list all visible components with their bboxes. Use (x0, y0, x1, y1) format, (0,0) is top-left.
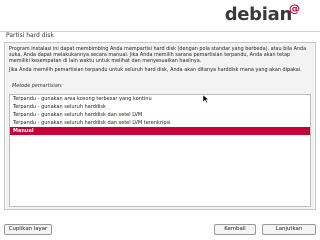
option-guided-entire-disk-lvm[interactable]: Terpandu - gunakan seluruh harddisk dan … (10, 111, 310, 119)
info-paragraph-1: Program instalasi ini dapat membimbing A… (9, 46, 307, 64)
info-text: Program instalasi ini dapat membimbing A… (9, 46, 311, 76)
mouse-cursor-icon (203, 95, 209, 103)
content-panel: Program instalasi ini dapat membimbing A… (4, 42, 316, 210)
back-button[interactable]: Kembali (214, 224, 256, 235)
option-guided-entire-disk-encrypted-lvm[interactable]: Terpandu - gunakan seluruh harddisk dan … (10, 119, 310, 127)
option-guided-largest-free[interactable]: Terpandu - gunakan area kosong terbesar … (10, 95, 310, 103)
option-manual[interactable]: Manual (10, 127, 310, 135)
info-paragraph-2: Jika Anda memilih pemartisian terpandu u… (9, 67, 302, 73)
method-label: Metode pemartisian: (12, 83, 63, 89)
screenshot-button[interactable]: Cuplikan layar (4, 224, 52, 235)
page-title: Partisi hard disk (6, 32, 54, 39)
option-guided-entire-disk[interactable]: Terpandu - gunakan seluruh harddisk (10, 103, 310, 111)
debian-swirl-icon: @ (289, 2, 300, 15)
debian-logo: debian (224, 4, 293, 25)
continue-button[interactable]: Lanjutkan (262, 224, 316, 235)
partition-method-list[interactable]: Terpandu - gunakan area kosong terbesar … (9, 94, 311, 207)
header: debian @ (0, 0, 320, 32)
